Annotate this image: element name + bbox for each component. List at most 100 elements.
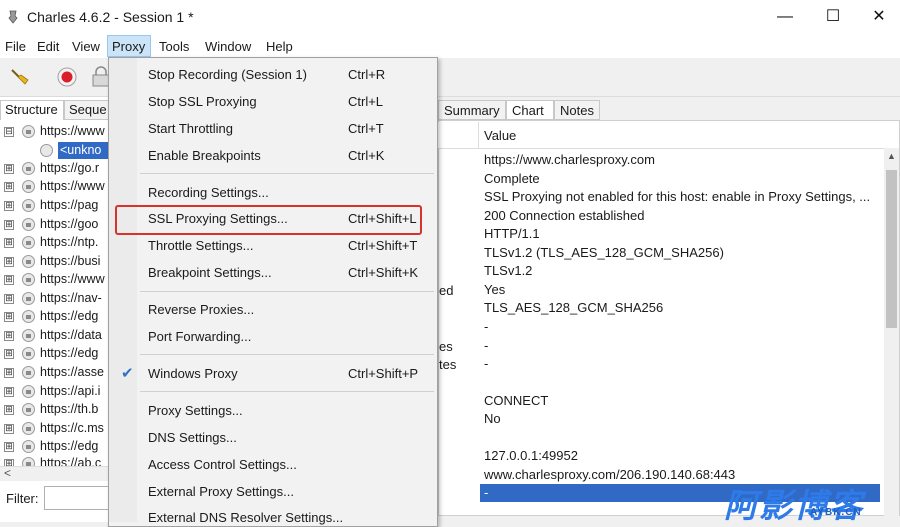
expand-icon[interactable]: ⊞ [4, 201, 14, 211]
menu-item-access-control-settings[interactable]: Access Control Settings... [148, 457, 297, 472]
expand-icon[interactable]: ⊞ [4, 387, 14, 397]
menu-item-dns-settings[interactable]: DNS Settings... [148, 430, 237, 445]
lock-icon [22, 403, 35, 416]
selected-unknown-node[interactable]: <unkno [58, 142, 110, 159]
menu-window[interactable]: Window [205, 39, 251, 54]
expand-icon[interactable]: ⊞ [4, 442, 14, 452]
expand-icon[interactable]: ⊞ [4, 182, 14, 192]
expand-icon[interactable]: ⊞ [4, 257, 14, 267]
value-cell: - [484, 356, 489, 371]
menu-item-reverse-proxies[interactable]: Reverse Proxies... [148, 302, 254, 317]
value-cell: www.charlesproxy.com/206.190.140.68:443 [484, 467, 736, 482]
expand-icon[interactable]: ⊞ [4, 459, 14, 466]
menu-help[interactable]: Help [266, 39, 293, 54]
tab-notes[interactable]: Notes [554, 100, 600, 120]
lock-icon [22, 366, 35, 379]
menu-item-stop-ssl-proxying[interactable]: Stop SSL Proxying [148, 94, 257, 109]
tree-row[interactable]: ⊟ https://www [0, 123, 110, 141]
tree-row[interactable]: ⊞ https://edg [0, 438, 110, 456]
menu-file[interactable]: File [5, 39, 26, 54]
tree-row[interactable]: ⊞ https://www [0, 178, 110, 196]
expand-icon[interactable]: ⊞ [4, 164, 14, 174]
tab-structure[interactable]: Structure [0, 100, 64, 120]
host-label: https://www [40, 179, 105, 193]
expand-icon[interactable]: ⊞ [4, 238, 14, 248]
tab-summary[interactable]: Summary [438, 100, 506, 120]
menu-item-proxy-settings[interactable]: Proxy Settings... [148, 403, 243, 418]
expand-icon[interactable]: ⊞ [4, 349, 14, 359]
menu-item-stop-recording[interactable]: Stop Recording (Session 1) [148, 67, 307, 82]
minimize-button[interactable]: — [762, 0, 808, 34]
value-cell: HTTP/1.1 [484, 226, 540, 241]
tree-row[interactable]: ⊞ https://nav- [0, 290, 110, 308]
host-label: https://edg [40, 309, 99, 323]
shortcut-label: Ctrl+Shift+P [348, 366, 419, 381]
record-icon[interactable] [56, 66, 78, 88]
menu-separator [140, 173, 434, 174]
menu-item-breakpoint-settings[interactable]: Breakpoint Settings... [148, 265, 272, 280]
expand-icon[interactable]: ⊞ [4, 405, 14, 415]
lock-icon [22, 385, 35, 398]
menu-item-external-proxy-settings[interactable]: External Proxy Settings... [148, 484, 294, 499]
tree-row[interactable]: ⊞ https://c.ms [0, 420, 110, 438]
tree-row[interactable]: ⊞ https://data [0, 327, 110, 345]
expand-icon[interactable]: ⊞ [4, 312, 14, 322]
scrollbar-thumb[interactable] [886, 170, 897, 328]
value-cell: - [484, 485, 489, 500]
scroll-up-icon[interactable]: ▲ [886, 151, 897, 163]
host-label: https://data [40, 328, 102, 342]
lock-icon [22, 180, 35, 193]
close-button[interactable]: ✕ [856, 0, 900, 34]
expand-icon[interactable]: ⊞ [4, 294, 14, 304]
value-cell: Yes [484, 282, 506, 297]
value-cell: Complete [484, 171, 540, 186]
expand-icon[interactable]: ⊞ [4, 275, 14, 285]
menu-item-external-dns-resolver-settings[interactable]: External DNS Resolver Settings... [148, 510, 343, 525]
tab-chart[interactable]: Chart [506, 100, 554, 120]
tree-row[interactable]: ⊞ https://asse [0, 364, 110, 382]
menu-item-start-throttling[interactable]: Start Throttling [148, 121, 233, 136]
collapse-icon[interactable]: ⊟ [4, 127, 14, 137]
column-header-value[interactable]: Value [484, 128, 516, 143]
menu-separator [140, 354, 434, 355]
tree-row[interactable]: ⊞ https://ab.c [0, 455, 110, 466]
expand-icon[interactable]: ⊞ [4, 368, 14, 378]
host-label: https://c.ms [40, 421, 104, 435]
broom-icon[interactable] [8, 66, 30, 88]
shortcut-label: Ctrl+T [348, 121, 384, 136]
expand-icon[interactable]: ⊞ [4, 424, 14, 434]
window-title: Charles 4.6.2 - Session 1 * [27, 9, 194, 25]
tree-row[interactable]: ⊞ https://ntp. [0, 234, 110, 252]
tab-sequence[interactable]: Seque [64, 100, 112, 120]
menu-proxy[interactable]: Proxy [112, 39, 145, 54]
column-divider[interactable] [478, 122, 479, 148]
menu-item-enable-breakpoints[interactable]: Enable Breakpoints [148, 148, 261, 163]
value-cell: https://www.charlesproxy.com [484, 152, 655, 167]
scroll-left-icon[interactable]: < [4, 466, 11, 480]
maximize-button[interactable]: ☐ [810, 0, 856, 34]
tree-row[interactable]: ⊞ https://www [0, 271, 110, 289]
expand-icon[interactable]: ⊞ [4, 331, 14, 341]
menu-item-port-forwarding[interactable]: Port Forwarding... [148, 329, 251, 344]
horizontal-scrollbar[interactable]: < [0, 466, 110, 481]
tree-row[interactable]: ⊞ https://th.b [0, 401, 110, 419]
tree-row[interactable]: ⊞ https://go.r [0, 160, 110, 178]
expand-icon[interactable]: ⊞ [4, 220, 14, 230]
checkmark-icon: ✔ [121, 365, 134, 382]
menu-tools[interactable]: Tools [159, 39, 189, 54]
tree-row[interactable]: ⊞ https://api.i [0, 383, 110, 401]
filter-input[interactable] [44, 486, 110, 510]
tree-row[interactable]: ⊞ https://busi [0, 253, 110, 271]
menu-view[interactable]: View [72, 39, 100, 54]
tree-row[interactable]: ⊞ https://pag [0, 197, 110, 215]
menu-edit[interactable]: Edit [37, 39, 59, 54]
value-cell: 127.0.0.1:49952 [484, 448, 578, 463]
filter-label: Filter: [6, 491, 39, 506]
tree-row[interactable]: ⊞ https://edg [0, 345, 110, 363]
tree-row[interactable]: ⊞ https://edg [0, 308, 110, 326]
menu-item-throttle-settings[interactable]: Throttle Settings... [148, 238, 254, 253]
tree-row[interactable]: ⊞ https://goo [0, 216, 110, 234]
menu-item-recording-settings[interactable]: Recording Settings... [148, 185, 269, 200]
menu-item-windows-proxy[interactable]: Windows Proxy [148, 366, 238, 381]
highlight-annotation-box [115, 205, 422, 235]
